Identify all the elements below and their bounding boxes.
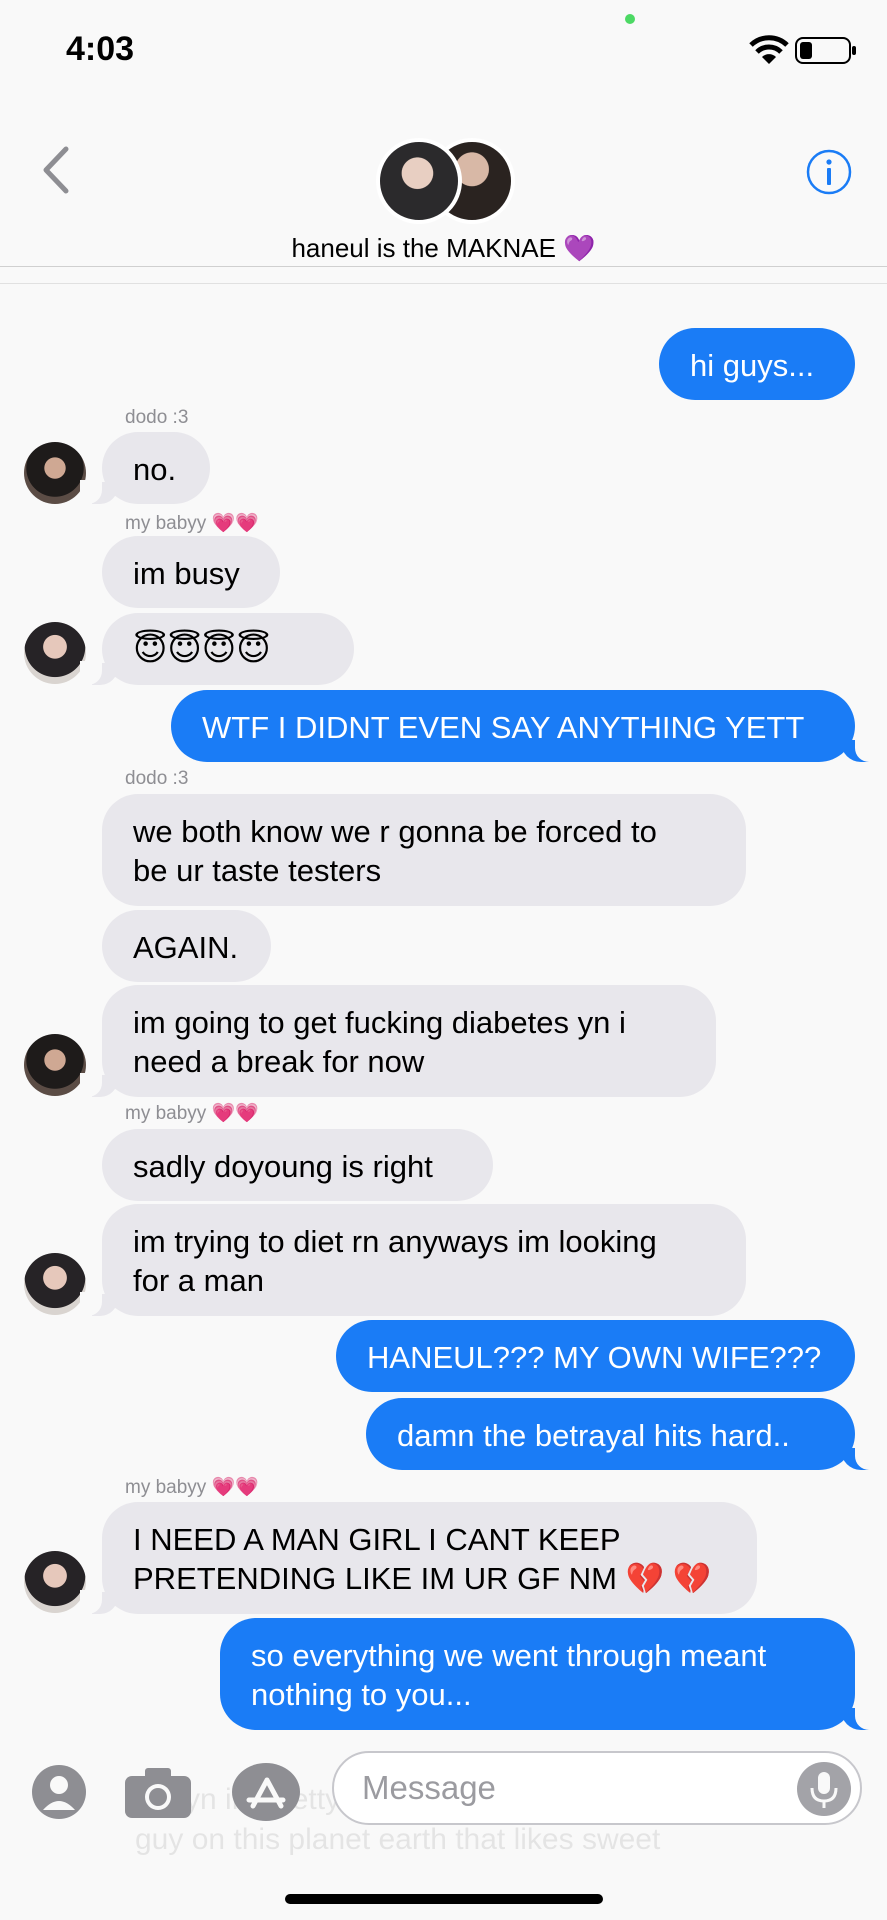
message-bubble-incoming[interactable]: I NEED A MAN GIRL I CANT KEEP PRETENDING… xyxy=(80,1502,757,1614)
message-bubble-outgoing[interactable]: hi guys... xyxy=(659,328,855,400)
group-name[interactable]: haneul is the MAKNAE 💜 xyxy=(0,233,887,264)
sender-name: my babyy 💗💗 xyxy=(125,1103,259,1124)
sender-name: dodo :3 xyxy=(125,768,189,789)
home-indicator[interactable] xyxy=(285,1894,603,1904)
message-bubble-incoming[interactable]: im trying to diet rn anyways im looking … xyxy=(80,1204,746,1316)
avatar-babyy[interactable] xyxy=(24,1551,86,1613)
message-bubble-incoming[interactable]: 😇😇😇😇 xyxy=(80,613,354,685)
message-bubble-incoming[interactable]: im busy xyxy=(102,536,280,608)
camera-in-use-indicator xyxy=(625,14,635,24)
back-chevron-icon[interactable] xyxy=(38,145,72,195)
message-bubble-outgoing[interactable]: so everything we went through meant noth… xyxy=(220,1618,879,1730)
wifi-icon xyxy=(749,35,789,64)
person-icon[interactable] xyxy=(31,1764,87,1820)
avatar-dodo[interactable] xyxy=(24,442,86,504)
message-bubble-incoming[interactable]: sadly doyoung is right xyxy=(102,1129,493,1201)
app-store-icon[interactable] xyxy=(231,1762,301,1822)
group-avatar-babyy[interactable] xyxy=(376,138,462,224)
avatar-dodo[interactable] xyxy=(24,1034,86,1096)
status-time: 4:03 xyxy=(66,30,135,68)
message-bubble-incoming[interactable]: AGAIN. xyxy=(102,910,271,982)
message-bubble-outgoing[interactable]: HANEUL??? MY OWN WIFE??? xyxy=(336,1320,855,1392)
camera-icon[interactable] xyxy=(123,1764,193,1820)
microphone-icon[interactable] xyxy=(796,1761,852,1817)
header-divider xyxy=(0,266,887,267)
avatar-babyy[interactable] xyxy=(24,1253,86,1315)
sender-name: dodo :3 xyxy=(125,407,189,428)
message-bubble-outgoing[interactable]: WTF I DIDNT EVEN SAY ANYTHING YETT xyxy=(171,690,879,762)
message-bubble-outgoing[interactable]: damn the betrayal hits hard.. xyxy=(366,1398,879,1470)
battery-icon xyxy=(795,37,856,64)
message-input-placeholder: Message xyxy=(362,1769,496,1806)
message-bubble-incoming[interactable]: we both know we r gonna be forced to be … xyxy=(102,794,746,906)
message-bubble-incoming[interactable]: no. xyxy=(80,432,210,504)
sender-name: my babyy 💗💗 xyxy=(125,513,259,534)
sender-name: my babyy 💗💗 xyxy=(125,1477,259,1498)
avatar-babyy[interactable] xyxy=(24,622,86,684)
message-bubble-incoming[interactable]: im going to get fucking diabetes yn i ne… xyxy=(80,985,716,1097)
info-icon[interactable] xyxy=(806,149,852,195)
header-divider xyxy=(0,283,887,284)
